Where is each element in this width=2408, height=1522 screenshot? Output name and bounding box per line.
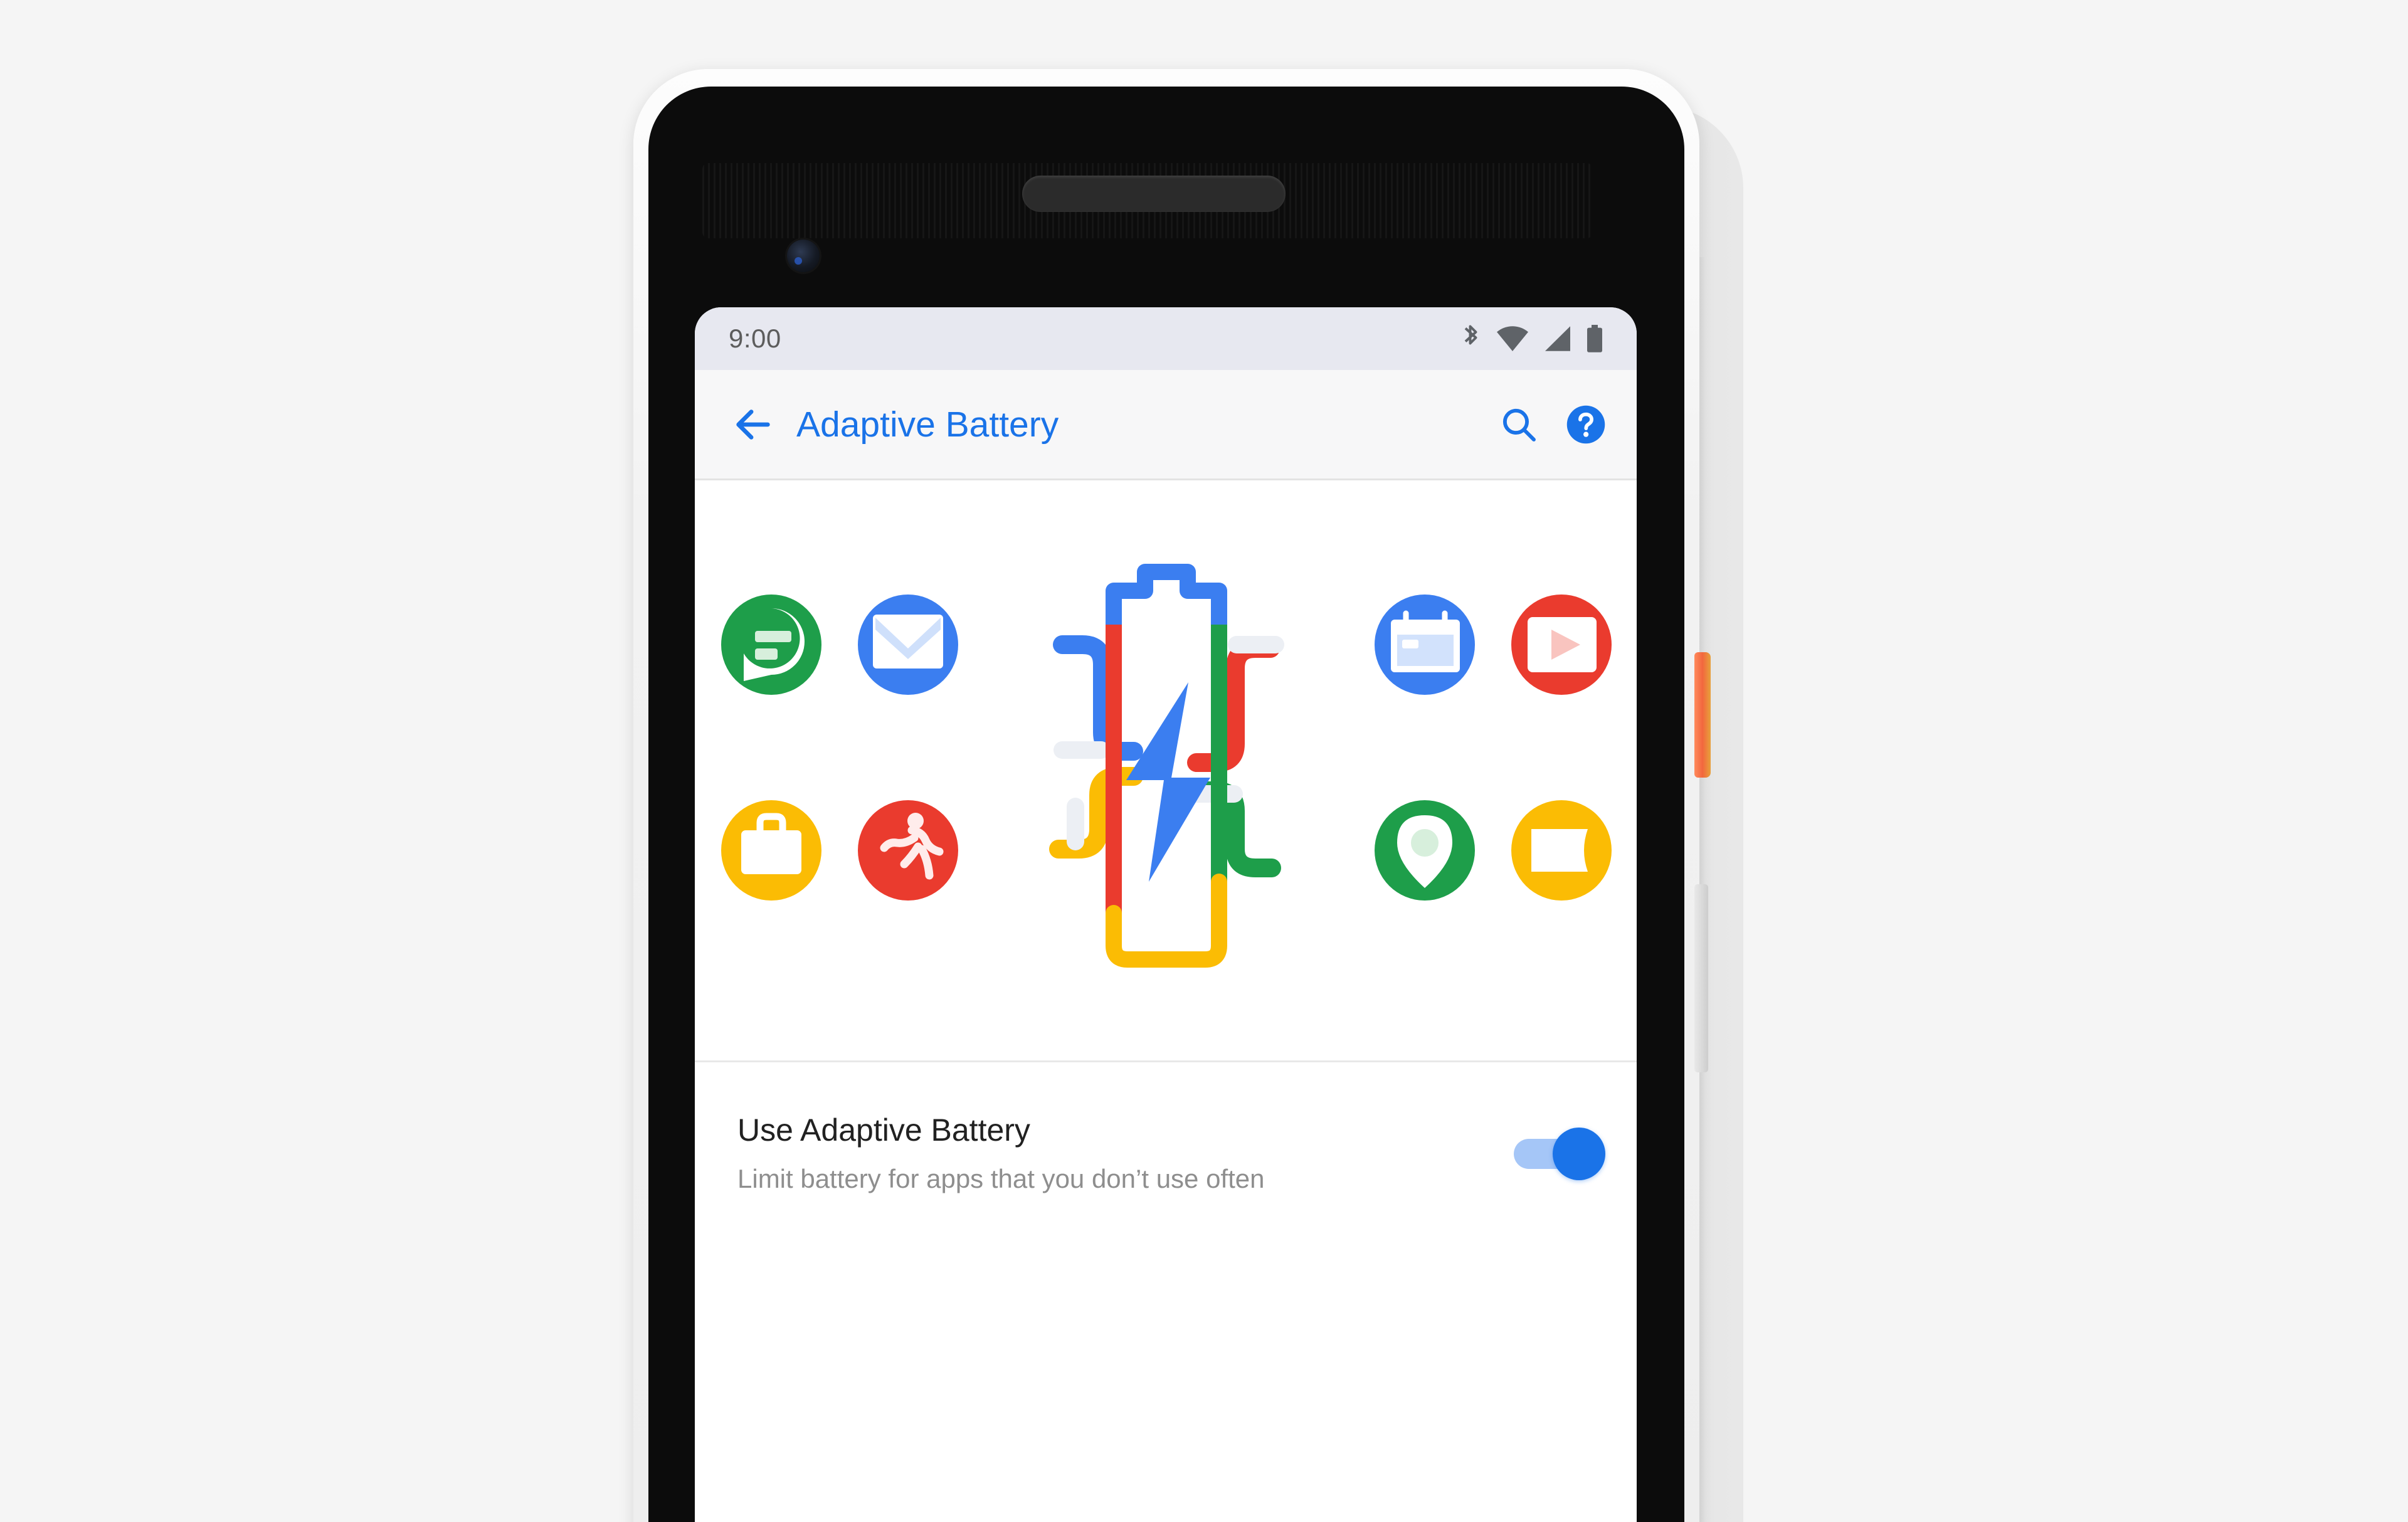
setting-title: Use Adaptive Battery bbox=[737, 1112, 1030, 1148]
phone-device-mockup: 9:00 Adaptive Battery Use Adaptive Batte… bbox=[633, 69, 1743, 1522]
earpiece-speaker bbox=[1022, 176, 1286, 212]
connector-blue bbox=[1053, 635, 1143, 761]
wifi-icon bbox=[1497, 326, 1528, 351]
settings-list: Use Adaptive Battery Limit battery for a… bbox=[695, 1062, 1637, 1241]
adaptive-battery-illustration bbox=[695, 480, 1637, 1062]
volume-button[interactable] bbox=[1694, 884, 1708, 1072]
page-title: Adaptive Battery bbox=[796, 404, 1059, 445]
toggle-thumb bbox=[1553, 1128, 1605, 1180]
status-clock: 9:00 bbox=[729, 324, 781, 353]
app-icon-ticket[interactable] bbox=[1511, 800, 1612, 901]
app-bar: Adaptive Battery bbox=[695, 370, 1637, 480]
app-icon-calendar[interactable] bbox=[1375, 595, 1475, 695]
battery-icon bbox=[1587, 325, 1602, 352]
arrow-back-icon[interactable] bbox=[731, 403, 775, 447]
front-camera-icon bbox=[787, 240, 820, 272]
bluetooth-icon bbox=[1464, 325, 1477, 345]
adaptive-battery-toggle[interactable] bbox=[1514, 1124, 1605, 1184]
cellular-signal-icon bbox=[1545, 326, 1570, 351]
search-icon[interactable] bbox=[1499, 404, 1539, 445]
setting-text-block: Use Adaptive Battery Limit battery for a… bbox=[737, 1112, 1514, 1197]
power-button[interactable] bbox=[1694, 652, 1711, 778]
app-icon-location-pin[interactable] bbox=[1375, 800, 1475, 901]
setting-row-adaptive-battery[interactable]: Use Adaptive Battery Limit battery for a… bbox=[695, 1062, 1637, 1241]
help-circle-icon[interactable] bbox=[1565, 404, 1607, 445]
app-icon-fitness-run[interactable] bbox=[858, 800, 958, 901]
connector-red bbox=[1187, 639, 1280, 772]
status-bar: 9:00 bbox=[695, 307, 1637, 370]
setting-subtitle: Limit battery for apps that you don’t us… bbox=[737, 1164, 1265, 1193]
app-bar-actions bbox=[1499, 404, 1607, 445]
page-canvas: 9:00 Adaptive Battery Use Adaptive Batte… bbox=[0, 0, 2408, 1522]
illustration-svg bbox=[721, 564, 1612, 968]
app-icon-video-play[interactable] bbox=[1511, 595, 1612, 695]
phone-screen: 9:00 Adaptive Battery Use Adaptive Batte… bbox=[695, 307, 1637, 1522]
app-icon-briefcase[interactable] bbox=[721, 800, 821, 901]
app-icon-messages[interactable] bbox=[721, 595, 821, 695]
app-icon-email[interactable] bbox=[858, 595, 958, 695]
status-icon-group bbox=[1460, 324, 1604, 353]
